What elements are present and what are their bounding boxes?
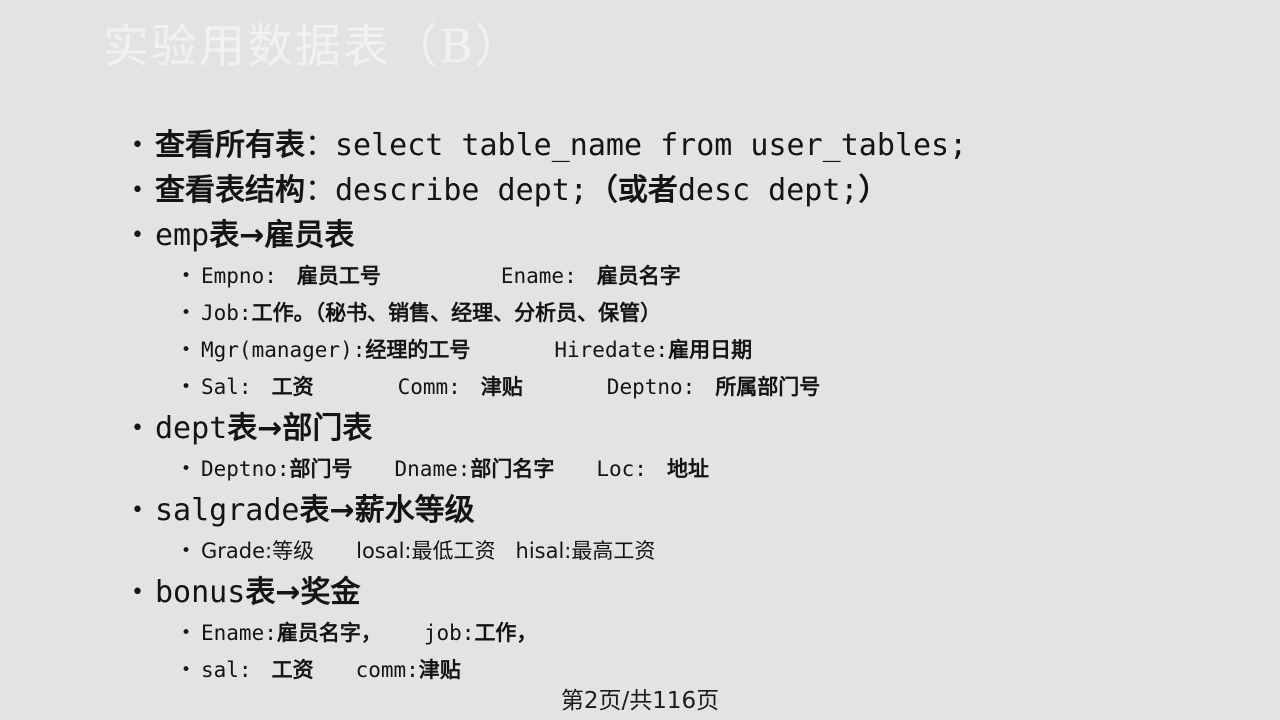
dname-code: Dname: xyxy=(394,457,471,481)
bullet-marker: • xyxy=(181,303,192,323)
bonus-job-code: job: xyxy=(423,621,475,645)
ename-code: Ename: xyxy=(500,264,577,288)
bullet-marker: • xyxy=(181,541,192,561)
dept-deptno-code: Deptno: xyxy=(201,457,290,481)
bonus-comm-code: comm: xyxy=(355,658,419,682)
bullet-marker: • xyxy=(181,459,192,479)
list-item-dept-columns: • Deptno:部门号 Dname:部门名字 Loc: 地址 xyxy=(0,451,1280,488)
comm-code: Comm: xyxy=(397,375,461,399)
paren-open: （ xyxy=(587,173,618,208)
paren-close: ） xyxy=(858,173,889,208)
mgr-code: Mgr(manager): xyxy=(201,338,366,362)
arrow-right-icon: → xyxy=(275,575,301,610)
dept-deptno-meaning: 部门号 xyxy=(289,457,353,481)
list-item-view-all-tables: • 查看所有表：select table_name from user_table… xyxy=(0,123,1280,168)
bonus-ename-meaning: 雇员名字， xyxy=(276,621,382,645)
bonus-sal-code: sal: xyxy=(201,658,252,682)
list-item-bonus-sal-comm: • sal: 工资 comm:津贴 xyxy=(0,652,1280,689)
emp-table-suffix: 表 xyxy=(209,218,240,253)
bullet-marker: • xyxy=(131,223,144,248)
bullet-marker: • xyxy=(181,377,192,397)
bonus-sal-meaning: 工资 xyxy=(271,658,314,682)
salgrade-table-name: salgrade xyxy=(155,493,300,528)
loc-meaning: 地址 xyxy=(666,457,709,481)
job-detail: （秘书、销售、经理、分析员、保管） xyxy=(314,301,662,325)
losal-code: losal: xyxy=(356,539,412,563)
list-item-emp-job: • Job:工作。（秘书、销售、经理、分析员、保管） xyxy=(0,295,1280,332)
emp-table-meaning: 雇员表 xyxy=(264,218,355,253)
slide-canvas: 实验用数据表（B） • 查看所有表：select table_name from … xyxy=(0,0,1280,720)
desc-code: desc dept; xyxy=(677,173,859,208)
list-item-dept-table: • dept表→部门表 xyxy=(0,406,1280,451)
bullet-marker: • xyxy=(131,178,144,203)
bullet-marker: • xyxy=(181,266,192,286)
alt-label: 或者 xyxy=(617,173,678,208)
list-item-emp-empno-ename: • Empno: 雇员工号 Ename: 雇员名字 xyxy=(0,258,1280,295)
bonus-table-suffix: 表 xyxy=(245,575,276,610)
list-item-emp-table: • emp表→雇员表 xyxy=(0,213,1280,258)
view-table-structure-label: 查看表结构 xyxy=(155,173,305,208)
bonus-table-meaning: 奖金 xyxy=(300,575,361,610)
job-code: Job: xyxy=(201,301,252,325)
list-item-bonus-ename-job: • Ename:雇员名字， job:工作， xyxy=(0,615,1280,652)
job-meaning: 工作。 xyxy=(251,301,315,325)
list-item-salgrade-table: • salgrade表→薪水等级 xyxy=(0,488,1280,533)
bullet-marker: • xyxy=(131,416,144,441)
describe-code: describe dept; xyxy=(335,173,588,208)
arrow-right-icon: → xyxy=(239,218,265,253)
slide-body-list: • 查看所有表：select table_name from user_table… xyxy=(0,123,1280,689)
bullet-marker: • xyxy=(131,580,144,605)
empno-meaning: 雇员工号 xyxy=(296,264,381,288)
salgrade-table-suffix: 表 xyxy=(299,493,330,528)
view-table-structure-colon: ： xyxy=(305,173,335,208)
bullet-marker: • xyxy=(181,660,192,680)
view-all-tables-code: select table_name from user_tables; xyxy=(335,128,968,163)
losal-meaning: 最低工资 xyxy=(411,539,496,563)
bonus-job-meaning: 工作， xyxy=(474,621,538,645)
dept-table-suffix: 表 xyxy=(227,411,258,446)
view-all-tables-colon: ： xyxy=(305,128,335,163)
bonus-table-name: bonus xyxy=(155,575,246,610)
bonus-ename-code: Ename: xyxy=(201,621,277,645)
hisal-code: hisal: xyxy=(515,539,572,563)
bullet-marker: • xyxy=(181,623,192,643)
view-all-tables-label: 查看所有表 xyxy=(155,128,305,163)
list-item-bonus-table: • bonus表→奖金 xyxy=(0,570,1280,615)
bullet-marker: • xyxy=(131,133,144,158)
bullet-marker: • xyxy=(181,340,192,360)
dept-table-meaning: 部门表 xyxy=(282,411,373,446)
arrow-right-icon: → xyxy=(257,411,283,446)
list-item-salgrade-columns: • Grade:等级 losal:最低工资 hisal:最高工资 xyxy=(0,533,1280,570)
loc-code: Loc: xyxy=(596,457,647,481)
bullet-marker: • xyxy=(131,498,144,523)
list-item-view-table-structure: • 查看表结构：describe dept;（或者desc dept;） xyxy=(0,168,1280,213)
list-item-emp-mgr-hiredate: • Mgr(manager):经理的工号 Hiredate:雇用日期 xyxy=(0,332,1280,369)
grade-code: Grade: xyxy=(201,539,273,563)
mgr-meaning: 经理的工号 xyxy=(365,338,471,362)
hisal-meaning: 最高工资 xyxy=(571,539,656,563)
sal-code: Sal: xyxy=(201,375,252,399)
grade-meaning: 等级 xyxy=(272,539,315,563)
deptno-meaning: 所属部门号 xyxy=(715,375,821,399)
page-title: 实验用数据表（B） xyxy=(103,19,523,73)
hiredate-meaning: 雇用日期 xyxy=(668,338,753,362)
dept-table-name: dept xyxy=(155,411,228,446)
list-item-emp-sal-comm-deptno: • Sal: 工资 Comm: 津贴 Deptno: 所属部门号 xyxy=(0,369,1280,406)
comm-meaning: 津贴 xyxy=(480,375,523,399)
emp-table-name: emp xyxy=(155,218,210,253)
bonus-comm-meaning: 津贴 xyxy=(418,658,461,682)
ename-meaning: 雇员名字 xyxy=(596,264,681,288)
sal-meaning: 工资 xyxy=(271,375,314,399)
hiredate-code: Hiredate: xyxy=(554,338,669,362)
deptno-code: Deptno: xyxy=(606,375,696,399)
empno-code: Empno: xyxy=(201,264,277,288)
dname-meaning: 部门名字 xyxy=(470,457,555,481)
page-number-footer: 第2页/共116页 xyxy=(560,688,720,714)
salgrade-table-meaning: 薪水等级 xyxy=(354,493,475,528)
arrow-right-icon: → xyxy=(329,493,355,528)
